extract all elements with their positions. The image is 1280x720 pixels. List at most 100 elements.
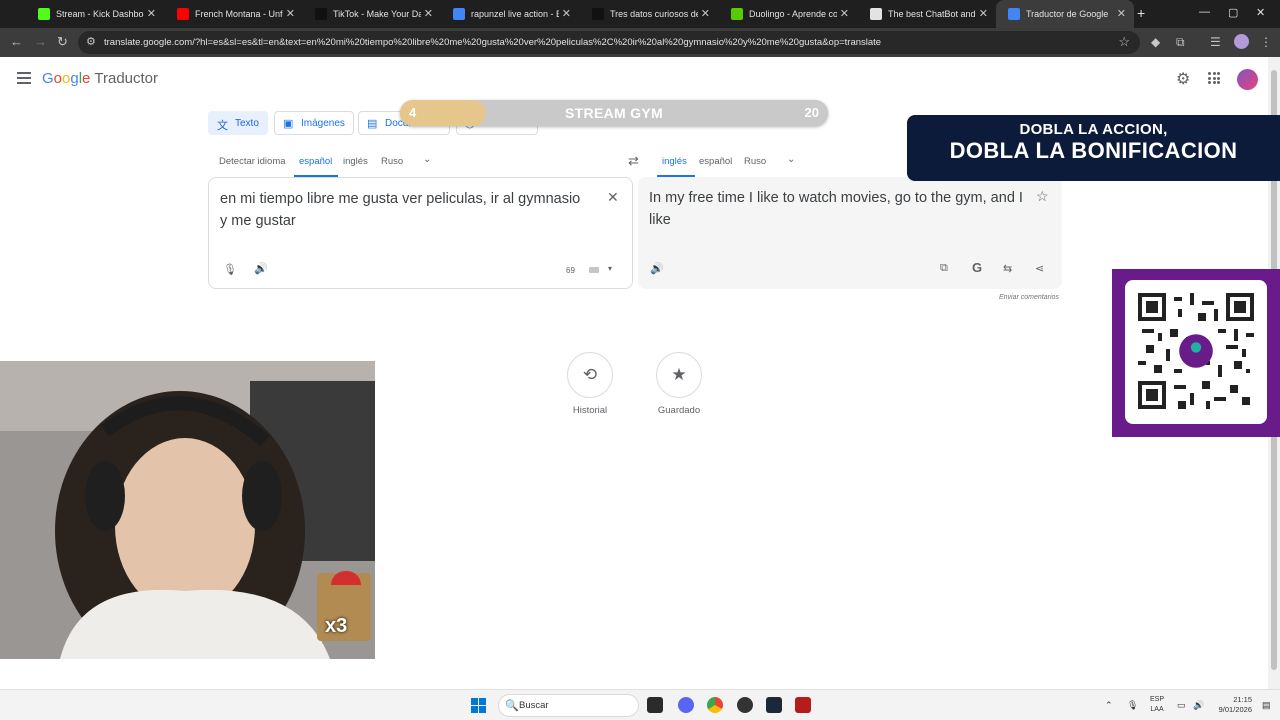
show-hidden-icons[interactable]: ⌃: [1105, 700, 1113, 711]
source-lang-detect[interactable]: Detectar idioma: [219, 156, 286, 167]
close-tab-icon[interactable]: ✕: [424, 7, 433, 20]
close-window-icon[interactable]: ✕: [1256, 6, 1265, 19]
browser-tab[interactable]: Duolingo - Aprende con Duo✕: [719, 0, 857, 28]
reading-list-icon[interactable]: ☰: [1210, 35, 1221, 49]
app-icon[interactable]: [795, 697, 811, 713]
search-icon: 🔍: [505, 700, 519, 712]
notifications-icon[interactable]: ▤: [1262, 700, 1271, 711]
close-tab-icon[interactable]: ✕: [979, 7, 988, 20]
close-tab-icon[interactable]: ✕: [562, 7, 571, 20]
input-language-indicator[interactable]: ESP LAA: [1150, 695, 1164, 715]
steam-icon[interactable]: [766, 697, 782, 713]
windows-start-icon[interactable]: [471, 698, 486, 713]
taskbar-clock[interactable]: 21:15 9/01/2026: [1212, 695, 1252, 715]
url-text[interactable]: translate.google.com/?hl=es&sl=es&tl=en&…: [104, 37, 881, 48]
listen-translation-icon[interactable]: 🔊: [650, 262, 664, 275]
source-lang-russian[interactable]: Ruso: [381, 156, 403, 167]
reload-icon[interactable]: ↻: [57, 34, 68, 50]
save-translation-star-icon[interactable]: ☆: [1036, 188, 1049, 205]
keyboard-dropdown-icon[interactable]: ▾: [608, 264, 612, 273]
logo-letter: G: [42, 70, 54, 87]
task-view-icon[interactable]: [647, 697, 663, 713]
mode-tab-label: Texto: [235, 117, 259, 129]
history-label: Historial: [572, 405, 608, 416]
multiplier-label: x3: [325, 615, 348, 637]
source-lang-spanish[interactable]: español: [299, 156, 332, 167]
source-text-pane[interactable]: en mi tiempo libre me gusta ver pelicula…: [208, 177, 633, 289]
send-feedback-link[interactable]: Enviar comentarios: [999, 294, 1059, 301]
microphone-tray-icon[interactable]: 🎙: [1127, 700, 1138, 711]
santa-hat: [331, 571, 361, 585]
tab-title: Duolingo - Aprende con Duo: [749, 9, 837, 19]
google-search-icon[interactable]: G: [972, 260, 982, 275]
browser-tab[interactable]: Tres datos curiosos de Faraón✕: [580, 0, 718, 28]
new-tab-button[interactable]: +: [1137, 5, 1145, 21]
extension-icon[interactable]: ◆: [1151, 35, 1160, 49]
profile-avatar[interactable]: [1234, 34, 1249, 49]
browser-tab[interactable]: Traductor de Google ✕: [996, 0, 1134, 28]
network-icon[interactable]: ▭: [1177, 700, 1186, 711]
tab-title: TikTok - Make Your Day: [333, 9, 421, 19]
extensions-puzzle-icon[interactable]: ⧉: [1176, 35, 1185, 50]
browser-tab[interactable]: TikTok - Make Your Day ✕: [303, 0, 441, 28]
chrome-menu-icon[interactable]: ⋮: [1260, 35, 1272, 49]
browser-tab[interactable]: rapunzel live action - Buscar✕: [441, 0, 579, 28]
bookmark-star-icon[interactable]: ☆: [1118, 34, 1130, 50]
target-lang-spanish[interactable]: español: [699, 156, 732, 167]
browser-tab[interactable]: Stream - Kick Dashboard✕: [26, 0, 164, 28]
listen-source-icon[interactable]: 🔊: [254, 262, 268, 275]
browser-tab[interactable]: French Montana - Unforgettable✕: [165, 0, 303, 28]
browser-tab[interactable]: The best ChatBot and ✕: [858, 0, 996, 28]
browser-toolbar: ← → ↻ ⚙ translate.google.com/?hl=es&sl=e…: [0, 28, 1280, 57]
clock-date: 9/01/2026: [1218, 705, 1252, 714]
close-tab-icon[interactable]: ✕: [147, 7, 156, 20]
microphone-icon[interactable]: 🎙: [223, 263, 237, 276]
close-tab-icon[interactable]: ✕: [1117, 7, 1126, 20]
tab-favicon-icon: [731, 8, 743, 20]
windows-taskbar: 🔍 Buscar ⌃ 🎙 ESP LAA ▭ 🔊 21:15 9/01/2026…: [0, 689, 1280, 720]
rate-translation-icon[interactable]: ⇆: [1003, 262, 1012, 275]
forward-icon[interactable]: →: [34, 34, 47, 49]
minimize-icon[interactable]: —: [1199, 6, 1210, 18]
address-bar[interactable]: ⚙ translate.google.com/?hl=es&sl=es&tl=e…: [78, 31, 1140, 54]
target-lang-dropdown-icon[interactable]: ⌄: [787, 154, 795, 165]
hamburger-menu-icon[interactable]: [17, 72, 31, 84]
site-info-icon[interactable]: ⚙: [86, 35, 96, 48]
close-tab-icon[interactable]: ✕: [286, 7, 295, 20]
share-icon[interactable]: ⋖: [1035, 262, 1044, 275]
close-tab-icon[interactable]: ✕: [701, 7, 710, 20]
keyboard-icon[interactable]: [589, 267, 599, 273]
settings-gear-icon[interactable]: ⚙: [1176, 69, 1190, 89]
source-lang-english[interactable]: inglés: [343, 156, 368, 167]
chrome-icon[interactable]: [707, 697, 723, 713]
maximize-icon[interactable]: ▢: [1228, 6, 1238, 19]
google-translate-logo[interactable]: Google Traductor: [42, 70, 158, 87]
character-count: 69: [566, 266, 575, 275]
obs-icon[interactable]: [737, 697, 753, 713]
goal-target-count: 20: [804, 105, 819, 120]
swap-languages-icon[interactable]: ⇄: [628, 153, 639, 169]
clear-text-icon[interactable]: ✕: [607, 189, 619, 206]
volume-icon[interactable]: 🔊: [1193, 700, 1204, 711]
close-tab-icon[interactable]: ✕: [840, 7, 849, 20]
translate-text-icon: 文: [217, 120, 228, 132]
promo-line-2: DOBLA LA BONIFICACION: [949, 138, 1238, 163]
star-icon: ★: [671, 365, 687, 384]
google-apps-icon[interactable]: [1208, 72, 1220, 84]
target-lang-russian[interactable]: Ruso: [744, 156, 766, 167]
target-lang-english[interactable]: inglés: [662, 156, 687, 167]
taskbar-search[interactable]: 🔍 Buscar: [498, 694, 639, 717]
account-avatar[interactable]: [1237, 69, 1258, 90]
source-lang-dropdown-icon[interactable]: ⌄: [423, 154, 431, 165]
discord-icon[interactable]: [678, 697, 694, 713]
mode-tab-images[interactable]: ▣ Imágenes: [274, 111, 354, 135]
tab-title: French Montana - Unforgettable: [195, 9, 283, 19]
mode-tab-text[interactable]: 文 Texto: [208, 111, 268, 135]
copy-translation-icon[interactable]: ⧉: [940, 262, 948, 275]
saved-button[interactable]: ★: [656, 352, 702, 398]
history-button[interactable]: ⟲: [567, 352, 613, 398]
tab-favicon-icon: [453, 8, 465, 20]
tab-favicon-icon: [177, 8, 189, 20]
source-text-input[interactable]: en mi tiempo libre me gusta ver pelicula…: [220, 188, 590, 232]
back-icon[interactable]: ←: [10, 34, 23, 49]
